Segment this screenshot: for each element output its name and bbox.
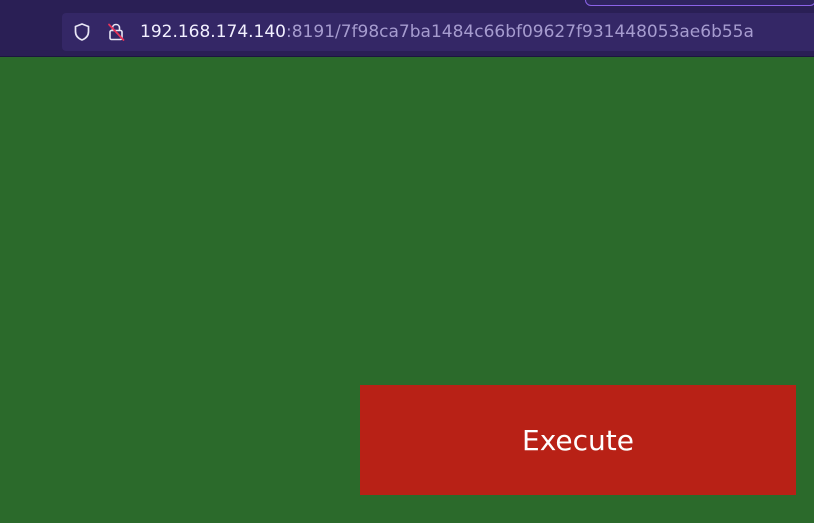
- toolbar-accent: [585, 0, 814, 6]
- address-bar[interactable]: 192.168.174.140:8191/7f98ca7ba1484c66bf0…: [62, 13, 814, 51]
- execute-button[interactable]: Execute: [360, 385, 796, 495]
- url-text[interactable]: 192.168.174.140:8191/7f98ca7ba1484c66bf0…: [140, 22, 754, 42]
- page-content: Execute: [0, 57, 814, 523]
- url-host: 192.168.174.140: [140, 22, 287, 42]
- lock-insecure-icon[interactable]: [106, 22, 126, 42]
- shield-icon[interactable]: [72, 22, 92, 42]
- browser-toolbar: 192.168.174.140:8191/7f98ca7ba1484c66bf0…: [0, 0, 814, 57]
- url-path: :8191/7f98ca7ba1484c66bf09627f931448053a…: [286, 22, 754, 42]
